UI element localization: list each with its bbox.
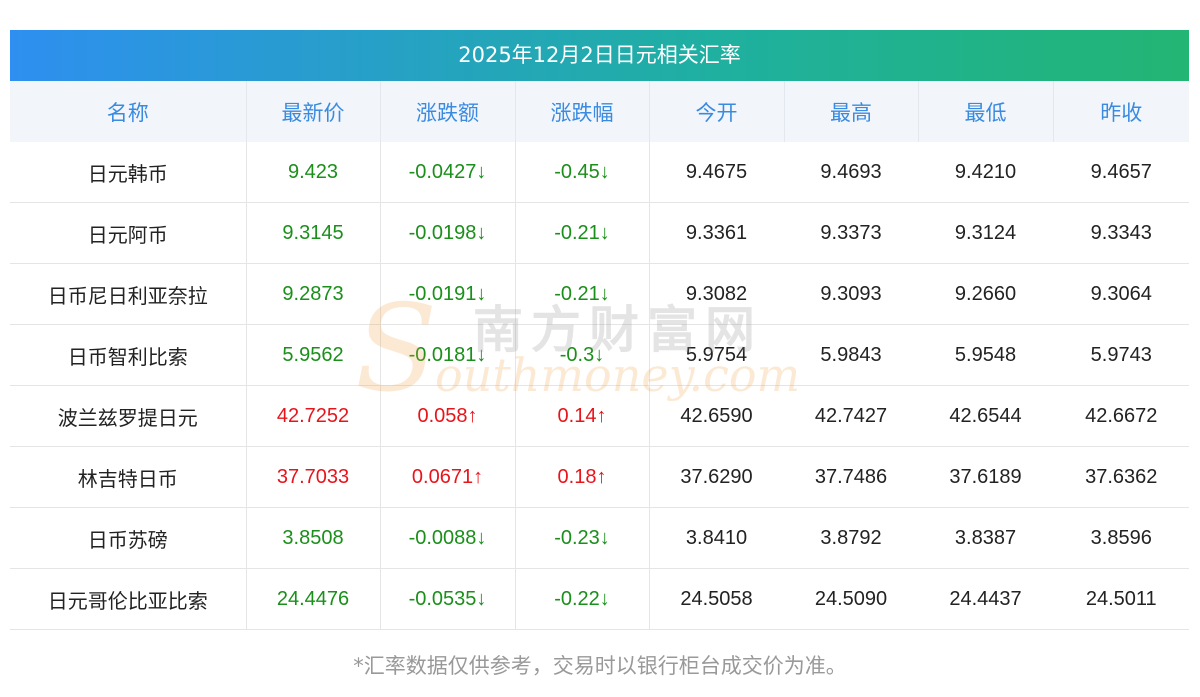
cell-high: 24.5090 xyxy=(784,568,918,630)
cell-high: 9.3093 xyxy=(784,263,918,325)
cell-change-pct: -0.22↓ xyxy=(515,568,650,630)
cell-prev-close: 9.3343 xyxy=(1053,202,1189,264)
cell-prev-close: 24.5011 xyxy=(1053,568,1189,630)
cell-change: -0.0088↓ xyxy=(380,507,516,569)
cell-change: -0.0198↓ xyxy=(380,202,516,264)
cell-change-pct: -0.3↓ xyxy=(515,324,650,386)
cell-prev-close: 9.4657 xyxy=(1053,142,1189,203)
header-open: 今开 xyxy=(649,81,785,142)
header-change: 涨跌额 xyxy=(380,81,516,142)
cell-latest: 9.423 xyxy=(246,142,381,203)
cell-open: 5.9754 xyxy=(649,324,784,386)
cell-change: -0.0191↓ xyxy=(380,263,516,325)
cell-change: -0.0535↓ xyxy=(380,568,516,630)
cell-change: -0.0427↓ xyxy=(380,142,516,203)
header-name: 名称 xyxy=(10,81,247,142)
cell-open: 3.8410 xyxy=(649,507,784,569)
cell-low: 24.4437 xyxy=(918,568,1053,630)
cell-low: 3.8387 xyxy=(918,507,1053,569)
rate-table-container: 2025年12月2日日元相关汇率 名称 最新价 涨跌额 涨跌幅 今开 最高 最低… xyxy=(10,30,1189,630)
cell-high: 37.7486 xyxy=(784,446,918,508)
cell-open: 9.4675 xyxy=(649,142,784,203)
cell-prev-close: 42.6672 xyxy=(1053,385,1189,447)
cell-open: 9.3361 xyxy=(649,202,784,264)
cell-high: 9.3373 xyxy=(784,202,918,264)
cell-high: 3.8792 xyxy=(784,507,918,569)
table-row: 日元哥伦比亚比索 24.4476 -0.0535↓ -0.22↓ 24.5058 24.5… xyxy=(10,568,1189,630)
header-high: 最高 xyxy=(784,81,919,142)
cell-prev-close: 9.3064 xyxy=(1053,263,1189,325)
cell-open: 9.3082 xyxy=(649,263,784,325)
cell-name: 日币智利比索 xyxy=(10,324,247,386)
cell-change: 0.0671↑ xyxy=(380,446,516,508)
cell-latest: 3.8508 xyxy=(246,507,381,569)
cell-name: 日币尼日利亚奈拉 xyxy=(10,263,247,325)
cell-low: 9.4210 xyxy=(918,142,1053,203)
header-low: 最低 xyxy=(918,81,1054,142)
header-change-pct: 涨跌幅 xyxy=(515,81,650,142)
cell-prev-close: 3.8596 xyxy=(1053,507,1189,569)
table-row: 日元韩币 9.423 -0.0427↓ -0.45↓ 9.4675 9.4693 9.421… xyxy=(10,142,1189,203)
cell-change: -0.0181↓ xyxy=(380,324,516,386)
cell-high: 42.7427 xyxy=(784,385,918,447)
cell-open: 24.5058 xyxy=(649,568,784,630)
cell-name: 日元哥伦比亚比索 xyxy=(10,568,247,630)
cell-prev-close: 37.6362 xyxy=(1053,446,1189,508)
cell-low: 42.6544 xyxy=(918,385,1053,447)
table-row: 日币尼日利亚奈拉 9.2873 -0.0191↓ -0.21↓ 9.3082 9.3093… xyxy=(10,263,1189,325)
cell-latest: 9.2873 xyxy=(246,263,381,325)
cell-change-pct: -0.45↓ xyxy=(515,142,650,203)
cell-latest: 5.9562 xyxy=(246,324,381,386)
cell-low: 9.3124 xyxy=(918,202,1053,264)
cell-open: 42.6590 xyxy=(649,385,784,447)
cell-latest: 24.4476 xyxy=(246,568,381,630)
cell-high: 9.4693 xyxy=(784,142,918,203)
disclaimer-note: *汇率数据仅供参考，交易时以银行柜台成交价为准。 xyxy=(353,654,847,678)
cell-name: 日元韩币 xyxy=(10,142,247,203)
table-row: 林吉特日币 37.7033 0.0671↑ 0.18↑ 37.6290 37.7486 37… xyxy=(10,446,1189,508)
cell-low: 37.6189 xyxy=(918,446,1053,508)
table-row: 日币智利比索 5.9562 -0.0181↓ -0.3↓ 5.9754 5.9843 5.9… xyxy=(10,324,1189,386)
cell-name: 日币苏磅 xyxy=(10,507,247,569)
cell-low: 9.2660 xyxy=(918,263,1053,325)
cell-latest: 9.3145 xyxy=(246,202,381,264)
table-row: 日币苏磅 3.8508 -0.0088↓ -0.23↓ 3.8410 3.8792 3.83… xyxy=(10,507,1189,569)
cell-change-pct: 0.18↑ xyxy=(515,446,650,508)
cell-latest: 42.7252 xyxy=(246,385,381,447)
cell-change-pct: -0.23↓ xyxy=(515,507,650,569)
cell-high: 5.9843 xyxy=(784,324,918,386)
cell-name: 林吉特日币 xyxy=(10,446,247,508)
cell-change-pct: 0.14↑ xyxy=(515,385,650,447)
cell-low: 5.9548 xyxy=(918,324,1053,386)
header-latest: 最新价 xyxy=(246,81,381,142)
cell-prev-close: 5.9743 xyxy=(1053,324,1189,386)
cell-name: 日元阿币 xyxy=(10,202,247,264)
rate-table: 名称 最新价 涨跌额 涨跌幅 今开 最高 最低 昨收 日元韩币 9.423 -0.0… xyxy=(10,81,1189,630)
header-prev-close: 昨收 xyxy=(1053,81,1189,142)
table-title: 2025年12月2日日元相关汇率 xyxy=(10,30,1189,81)
cell-change-pct: -0.21↓ xyxy=(515,202,650,264)
table-header-row: 名称 最新价 涨跌额 涨跌幅 今开 最高 最低 昨收 xyxy=(10,81,1189,142)
cell-name: 波兰兹罗提日元 xyxy=(10,385,247,447)
table-row: 日元阿币 9.3145 -0.0198↓ -0.21↓ 9.3361 9.3373 9.31… xyxy=(10,202,1189,264)
cell-change: 0.058↑ xyxy=(380,385,516,447)
cell-change-pct: -0.21↓ xyxy=(515,263,650,325)
cell-open: 37.6290 xyxy=(649,446,784,508)
table-row: 波兰兹罗提日元 42.7252 0.058↑ 0.14↑ 42.6590 42.7427 4… xyxy=(10,385,1189,447)
cell-latest: 37.7033 xyxy=(246,446,381,508)
